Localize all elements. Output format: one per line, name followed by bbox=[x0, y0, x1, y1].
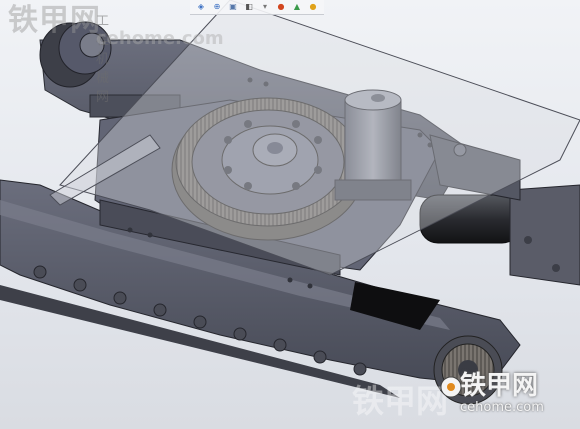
watermark-url-bottom: cehome.com bbox=[460, 400, 544, 415]
cad-graphics-area[interactable]: ◈ ⊕ ▣ ◧ ▾ ● ▲ ● 铁甲网 工程机械网 cehome.com 铁甲网… bbox=[0, 0, 580, 429]
heads-up-view-toolbar: ◈ ⊕ ▣ ◧ ▾ ● ▲ ● bbox=[190, 0, 324, 15]
section-view-icon[interactable]: ▣ bbox=[228, 2, 238, 12]
render-icon[interactable]: ● bbox=[308, 2, 318, 12]
edit-appearance-icon[interactable]: ● bbox=[276, 2, 286, 12]
watermark-subtitle: 工程机械网 bbox=[96, 14, 110, 105]
excavator-assembly-model[interactable] bbox=[0, 0, 580, 429]
watermark-top-left: 铁甲网 工程机械网 cehome.com bbox=[8, 3, 224, 106]
watermark-brand: 铁甲网 bbox=[8, 3, 101, 38]
watermark-faint: 铁甲网 bbox=[352, 382, 449, 420]
watermark-url: cehome.com bbox=[96, 28, 224, 49]
view-orientation-icon[interactable]: ◈ bbox=[196, 2, 206, 12]
watermark-bottom-right: 铁甲网 cehome.com bbox=[440, 371, 572, 415]
watermark-brand-bottom: 铁甲网 bbox=[460, 371, 539, 401]
cehome-logo-icon bbox=[440, 376, 462, 398]
display-style-icon[interactable]: ◧ bbox=[244, 2, 254, 12]
hide-show-icon[interactable]: ▾ bbox=[260, 2, 270, 12]
scene-icon[interactable]: ▲ bbox=[292, 2, 302, 12]
zoom-icon[interactable]: ⊕ bbox=[212, 2, 222, 12]
